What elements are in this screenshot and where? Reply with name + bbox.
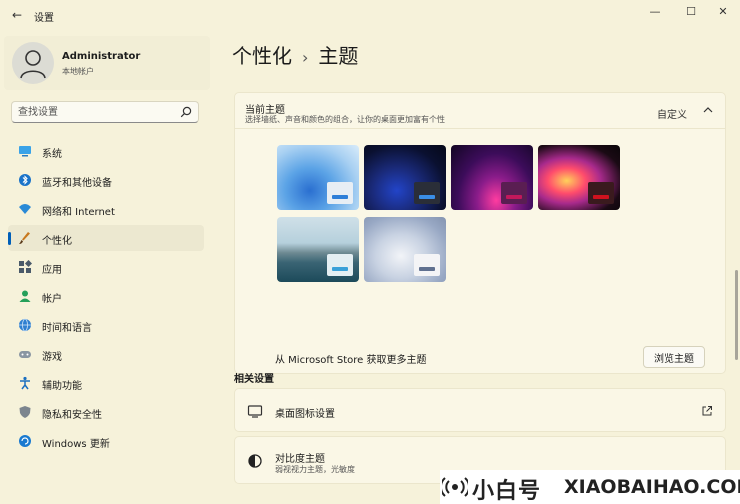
apps-icon	[19, 260, 32, 273]
theme-preview-window	[588, 182, 614, 204]
shield-icon	[19, 406, 31, 418]
contrast-icon	[248, 454, 262, 468]
sidebar-item-privacy[interactable]: 隐私和安全性	[8, 399, 204, 425]
breadcrumb: 个性化 › 主题	[232, 40, 358, 69]
minimize-button[interactable]: —	[642, 3, 668, 21]
theme-preview-window	[414, 254, 440, 276]
sidebar-item-bluetooth[interactable]: 蓝牙和其他设备	[8, 167, 204, 193]
search-icon[interactable]	[180, 106, 192, 118]
sidebar-item-personalization[interactable]: 个性化	[8, 225, 204, 251]
theme-preview-window	[414, 182, 440, 204]
current-theme-description: 选择墙纸、声音和颜色的组合，让你的桌面更加富有个性	[245, 115, 445, 124]
related-settings-title: 相关设置	[234, 374, 274, 385]
sidebar-item-label: 隐私和安全性	[42, 410, 102, 421]
desktop-icon-settings-label: 桌面图标设置	[275, 409, 335, 420]
contrast-themes-label: 对比度主题	[275, 454, 325, 465]
main-content: 个性化 › 主题 当前主题 选择墙纸、声音和颜色的组合，让你的桌面更加富有个性 自定…	[214, 30, 740, 504]
close-button[interactable]: ✕	[710, 3, 736, 21]
theme-preview-window	[327, 254, 353, 276]
sidebar-item-label: 帐户	[42, 294, 62, 305]
theme-thumbnail-sunrise-flow[interactable]	[277, 217, 359, 282]
sidebar-item-network[interactable]: 网络和 Internet	[8, 196, 204, 222]
account-type: 本地帐户	[62, 67, 94, 76]
sidebar-item-gaming[interactable]: 游戏	[8, 341, 204, 367]
sidebar-item-label: 时间和语言	[42, 323, 92, 334]
current-theme-panel: 当前主题 选择墙纸、声音和颜色的组合，让你的桌面更加富有个性 自定义 从 Mic…	[234, 92, 726, 374]
theme-thumbnail-windows-dark[interactable]	[364, 145, 446, 210]
breadcrumb-parent[interactable]: 个性化	[232, 44, 292, 68]
app-title: 设置	[34, 13, 54, 24]
theme-preview-window	[327, 182, 353, 204]
breadcrumb-separator: ›	[302, 48, 309, 67]
update-icon	[19, 435, 31, 447]
person-icon	[19, 290, 31, 302]
theme-thumbnail-glow[interactable]	[451, 145, 533, 210]
title-bar: ← 设置 — ☐ ✕	[0, 0, 740, 30]
watermark-brand-cn: 小白号	[472, 479, 542, 504]
theme-accent-swatch	[419, 195, 435, 199]
user-card[interactable]: Administrator 本地帐户	[4, 36, 210, 90]
theme-accent-swatch	[506, 195, 522, 199]
sidebar-item-label: 蓝牙和其他设备	[42, 178, 112, 189]
theme-thumbnail-windows-light[interactable]	[277, 145, 359, 210]
broadcast-icon	[442, 477, 468, 497]
sidebar-item-time-language[interactable]: 时间和语言	[8, 312, 204, 338]
watermark-banner: 小白号 XIAOBAIHAO.COM	[440, 470, 740, 504]
sidebar-item-label: Windows 更新	[42, 439, 110, 450]
external-link-icon	[702, 406, 712, 416]
sidebar-item-system[interactable]: 系统	[8, 138, 204, 164]
current-theme-header[interactable]: 当前主题 选择墙纸、声音和颜色的组合，让你的桌面更加富有个性 自定义	[235, 93, 725, 129]
chevron-up-icon[interactable]	[703, 106, 713, 114]
theme-thumbnail-flow[interactable]	[364, 217, 446, 282]
store-label: 从 Microsoft Store 获取更多主题	[275, 355, 427, 366]
watermark-brand-en: XIAOBAIHAO.COM	[564, 476, 740, 498]
scrollbar[interactable]	[735, 270, 738, 360]
contrast-themes-description: 弱视视力主题，光敏度	[275, 465, 355, 474]
search-input[interactable]	[18, 105, 178, 119]
desktop-icon-settings-row[interactable]: 桌面图标设置	[234, 388, 726, 432]
user-silhouette-icon	[20, 50, 46, 79]
gamepad-icon	[19, 351, 31, 358]
nav-list: 系统 蓝牙和其他设备 网络和 Internet 个性化 应用 帐户 时间和语言 …	[8, 138, 204, 457]
user-name: Administrator	[62, 51, 141, 62]
sidebar-item-accounts[interactable]: 帐户	[8, 283, 204, 309]
sidebar-item-apps[interactable]: 应用	[8, 254, 204, 280]
sidebar-item-label: 游戏	[42, 352, 62, 363]
avatar	[12, 42, 54, 84]
breadcrumb-current: 主题	[318, 44, 359, 68]
wifi-icon	[19, 204, 31, 214]
sidebar-item-accessibility[interactable]: 辅助功能	[8, 370, 204, 396]
accessibility-icon	[20, 376, 30, 390]
back-button[interactable]: ←	[8, 7, 26, 23]
theme-preview-window	[501, 182, 527, 204]
current-theme-value: 自定义	[657, 110, 687, 121]
active-indicator	[8, 232, 11, 245]
display-icon	[19, 146, 31, 157]
globe-clock-icon	[19, 318, 31, 332]
theme-accent-swatch	[593, 195, 609, 199]
theme-accent-swatch	[332, 195, 348, 199]
sidebar: Administrator 本地帐户 系统 蓝牙和其他设备	[0, 30, 214, 504]
sidebar-item-label: 网络和 Internet	[42, 207, 115, 218]
sidebar-item-label: 辅助功能	[42, 381, 82, 392]
bluetooth-icon	[19, 174, 31, 186]
theme-accent-swatch	[419, 267, 435, 271]
sidebar-item-label: 个性化	[42, 236, 72, 247]
browse-themes-button[interactable]: 浏览主题	[643, 346, 705, 368]
sidebar-item-label: 系统	[42, 149, 62, 160]
maximize-button[interactable]: ☐	[678, 3, 704, 21]
sidebar-item-label: 应用	[42, 265, 62, 276]
search-box[interactable]	[11, 101, 199, 123]
brush-icon	[19, 232, 30, 244]
theme-thumbnail-captured-motion[interactable]	[538, 145, 620, 210]
sidebar-item-windows-update[interactable]: Windows 更新	[8, 428, 204, 454]
store-row: 从 Microsoft Store 获取更多主题 浏览主题	[235, 339, 725, 375]
desktop-icon	[247, 405, 263, 418]
theme-accent-swatch	[332, 267, 348, 271]
